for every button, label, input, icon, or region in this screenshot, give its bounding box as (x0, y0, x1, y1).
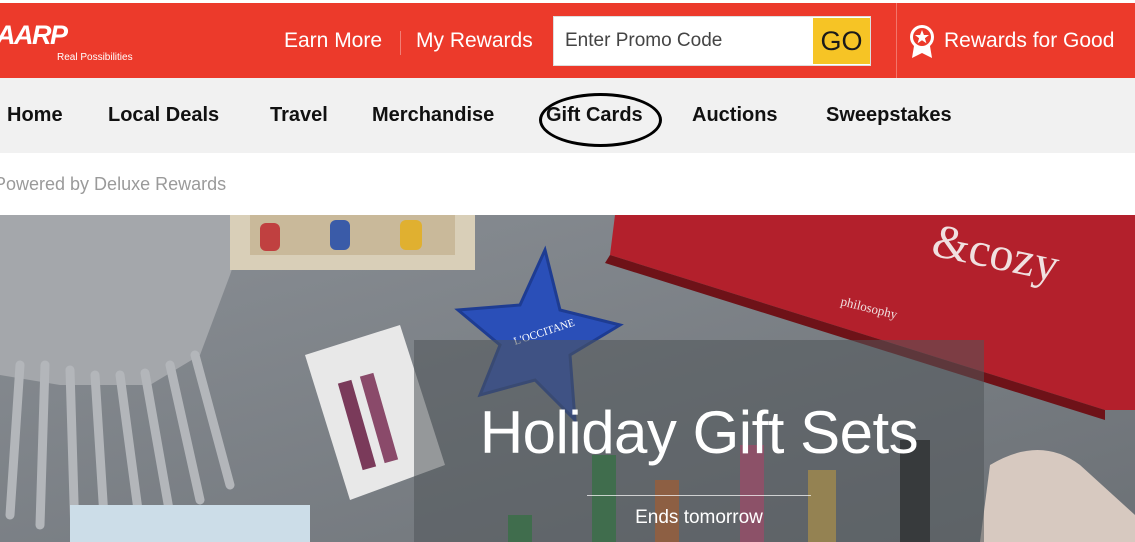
hero-title: Holiday Gift Sets (479, 399, 919, 466)
nav-item-travel[interactable]: Travel (270, 78, 328, 153)
hero-subtitle: Ends tomorrow (635, 507, 763, 528)
promo-code-form: GO (553, 16, 871, 66)
rewards-for-good-link[interactable]: Rewards for Good (908, 3, 1114, 78)
hero-banner[interactable]: &cozy philosophy L'OCCITANE Holiday Gift… (0, 215, 1135, 542)
nav-item-home[interactable]: Home (7, 78, 63, 153)
go-button[interactable]: GO (813, 18, 870, 64)
powered-by-text: Powered by Deluxe Rewards (0, 174, 227, 194)
promo-code-input[interactable] (554, 17, 812, 65)
nav-item-gift-cards[interactable]: Gift Cards (546, 78, 643, 153)
nav-item-auctions[interactable]: Auctions (692, 78, 778, 153)
aarp-logo[interactable]: AARP Real Possibilities (0, 20, 156, 66)
logo-tagline: Real Possibilities (57, 52, 133, 63)
nav-item-local-deals[interactable]: Local Deals (108, 78, 219, 153)
rewards-for-good-label: Rewards for Good (944, 28, 1115, 52)
header-separator (400, 31, 401, 55)
top-header: AARP Real Possibilities Earn More My Rew… (0, 3, 1135, 78)
header-divider (896, 3, 897, 78)
logo-text: AARP (0, 20, 68, 50)
my-rewards-link[interactable]: My Rewards (416, 3, 533, 78)
nav-item-sweepstakes[interactable]: Sweepstakes (826, 78, 952, 153)
ribbon-star-icon (908, 24, 936, 58)
hero-divider (587, 495, 811, 496)
earn-more-link[interactable]: Earn More (284, 3, 382, 78)
nav-item-merchandise[interactable]: Merchandise (372, 78, 494, 153)
category-nav: Home Local Deals Travel Merchandise Gift… (0, 78, 1135, 153)
